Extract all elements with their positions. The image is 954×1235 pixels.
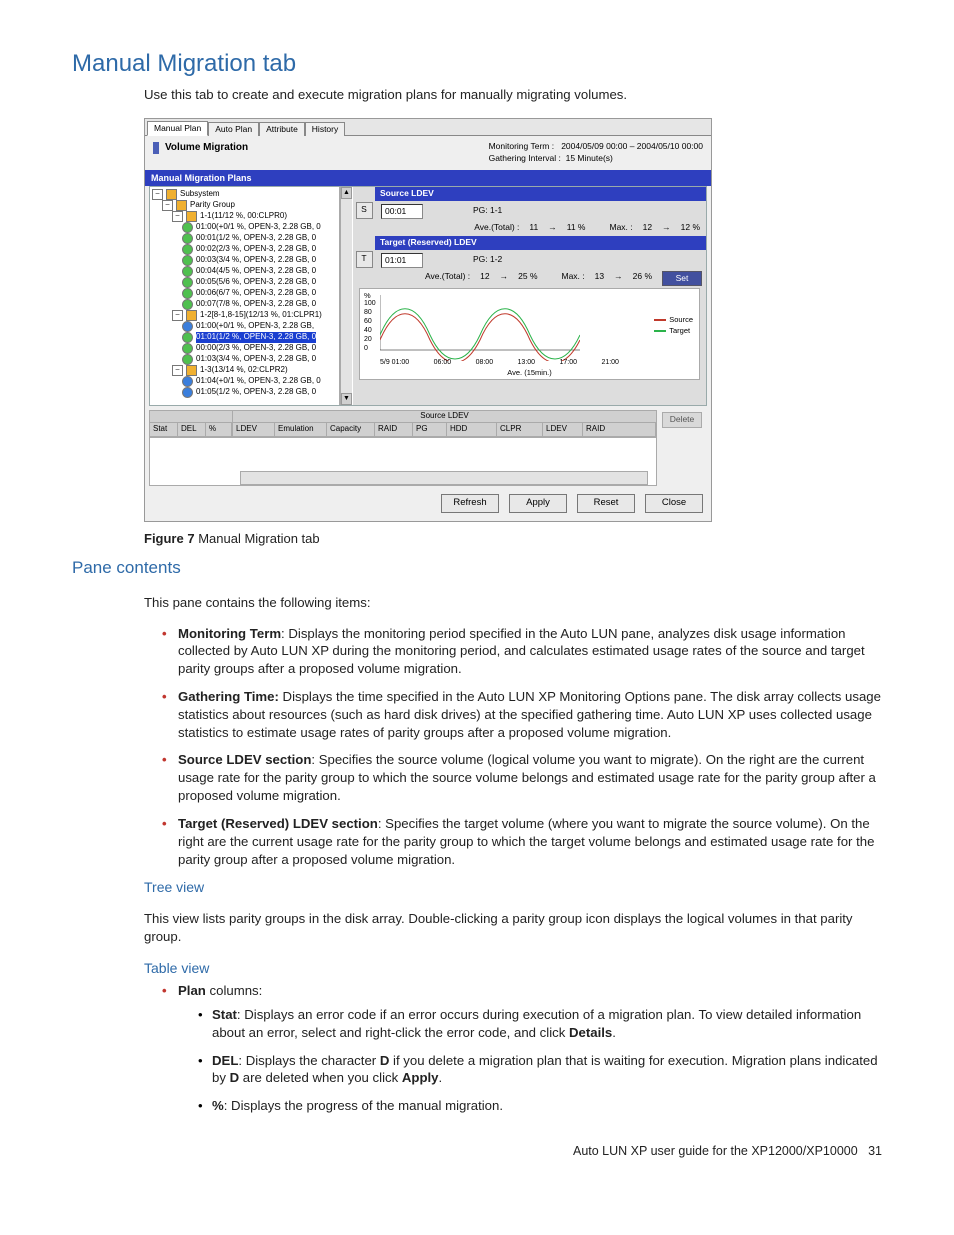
col-group-source-ldev: Source LDEV <box>233 411 656 423</box>
col-ldev[interactable]: LDEV <box>233 423 275 436</box>
source-select-button[interactable]: S <box>356 202 373 219</box>
tree-row[interactable]: 01:00(+0/1 %, OPEN-3, 2.28 GB, 0 <box>152 222 339 233</box>
col-raid[interactable]: RAID <box>375 423 413 436</box>
screenshot-manual-migration: Manual Plan Auto Plan Attribute History … <box>144 118 712 522</box>
tree-row[interactable]: 00:07(7/8 %, OPEN-3, 2.28 GB, 0 <box>152 299 339 310</box>
list-item: %: Displays the progress of the manual m… <box>198 1097 882 1115</box>
source-ldev-input[interactable]: 00:01 <box>381 204 423 219</box>
pane-contents-list: Monitoring Term: Displays the monitoring… <box>162 625 882 869</box>
tree-row[interactable]: −1-2[8-1,8-15](12/13 %, 01:CLPR1) <box>152 310 339 321</box>
target-ldev-input[interactable]: 01:01 <box>381 253 423 268</box>
page-title: Manual Migration tab <box>72 48 882 80</box>
tree-row[interactable]: −Parity Group <box>152 200 339 211</box>
col-stat[interactable]: Stat <box>150 423 178 436</box>
tree-row[interactable]: 00:06(6/7 %, OPEN-3, 2.28 GB, 0 <box>152 288 339 299</box>
tab-manual-plan[interactable]: Manual Plan <box>147 121 208 136</box>
pane-contents-lead: This pane contains the following items: <box>144 594 882 612</box>
dialog-button-row: Refresh Apply Reset Close <box>145 486 711 521</box>
plans-title-bar: Manual Migration Plans <box>145 170 711 186</box>
col-capacity[interactable]: Capacity <box>327 423 375 436</box>
usage-chart: % 100806040200 Source Target <box>359 288 700 380</box>
delete-button[interactable]: Delete <box>662 412 702 427</box>
chart-legend: Source Target <box>654 315 693 336</box>
chart-x-axis-label: Ave. (15min.) <box>360 368 699 378</box>
target-ldev-bar: Target (Reserved) LDEV <box>375 236 706 249</box>
target-select-button[interactable]: T <box>356 251 373 268</box>
target-avg-label: Ave.(Total) : <box>425 271 470 282</box>
tree-row[interactable]: 00:00(2/3 %, OPEN-3, 2.28 GB, 0 <box>152 343 339 354</box>
chart-svg <box>380 295 580 361</box>
col-emulation[interactable]: Emulation <box>275 423 327 436</box>
window-title: Volume Migration <box>153 141 248 155</box>
col-raid2[interactable]: RAID <box>583 423 656 436</box>
list-item: DEL: Displays the character D if you del… <box>198 1052 882 1088</box>
col-ldev2[interactable]: LDEV <box>543 423 583 436</box>
source-pg-label: PG: 1-1 <box>473 205 502 216</box>
tree-row[interactable]: 01:03(3/4 %, OPEN-3, 2.28 GB, 0 <box>152 354 339 365</box>
figure-caption: Figure 7 Manual Migration tab <box>144 530 882 548</box>
tree-row[interactable]: 00:05(5/6 %, OPEN-3, 2.28 GB, 0 <box>152 277 339 288</box>
lead-paragraph: Use this tab to create and execute migra… <box>144 86 882 104</box>
tree-view-body: This view lists parity groups in the dis… <box>144 910 882 946</box>
col-hdd[interactable]: HDD <box>447 423 497 436</box>
close-button[interactable]: Close <box>645 494 703 513</box>
source-max-label: Max. : <box>610 222 633 233</box>
tree-row[interactable]: 00:01(1/2 %, OPEN-3, 2.28 GB, 0 <box>152 233 339 244</box>
tree-row[interactable]: 01:05(1/2 %, OPEN-3, 2.28 GB, 0 <box>152 387 339 398</box>
tree-row[interactable]: 01:01(1/2 %, OPEN-3, 2.28 GB, 0 <box>152 332 339 343</box>
col-percent[interactable]: % <box>206 423 232 436</box>
legend-source-swatch <box>654 319 666 321</box>
list-item: Gathering Time: Displays the time specif… <box>162 688 882 741</box>
table-view-list: Plan columns: Stat: Displays an error co… <box>162 982 882 1115</box>
tab-attribute[interactable]: Attribute <box>259 122 305 136</box>
tree-row[interactable]: 01:04(+0/1 %, OPEN-3, 2.28 GB, 0 <box>152 376 339 387</box>
scroll-down-icon[interactable]: ▼ <box>341 393 352 405</box>
tree-row[interactable]: 01:00(+0/1 %, OPEN-3, 2.28 GB, <box>152 321 339 332</box>
tab-history[interactable]: History <box>305 122 345 136</box>
tab-strip: Manual Plan Auto Plan Attribute History <box>145 119 711 136</box>
tree-row[interactable]: 00:02(2/3 %, OPEN-3, 2.28 GB, 0 <box>152 244 339 255</box>
title-marker-icon <box>153 142 159 154</box>
apply-button[interactable]: Apply <box>509 494 567 513</box>
tree-row[interactable]: −1-3(13/14 %, 02:CLPR2) <box>152 365 339 376</box>
tab-auto-plan[interactable]: Auto Plan <box>208 122 259 136</box>
plans-table[interactable]: Stat DEL % Source LDEV LDEV Emulation Ca… <box>149 410 657 486</box>
table-h-scrollbar[interactable] <box>240 471 648 485</box>
target-max-label: Max. : <box>562 271 585 282</box>
pane-contents-heading: Pane contents <box>72 557 882 580</box>
legend-target-swatch <box>654 330 666 332</box>
chart-y-ticks: 100806040200 <box>364 299 376 353</box>
page-footer: Auto LUN XP user guide for the XP12000/X… <box>72 1143 882 1160</box>
tree-scrollbar[interactable]: ▲ ▼ <box>340 187 352 405</box>
reset-button[interactable]: Reset <box>577 494 635 513</box>
tree-row[interactable]: 00:03(3/4 %, OPEN-3, 2.28 GB, 0 <box>152 255 339 266</box>
list-item: Monitoring Term: Displays the monitoring… <box>162 625 882 678</box>
list-item: Stat: Displays an error code if an error… <box>198 1006 882 1042</box>
target-pg-label: PG: 1-2 <box>473 254 502 265</box>
tree-row[interactable]: −Subsystem <box>152 189 339 200</box>
tree-row[interactable]: 00:04(4/5 %, OPEN-3, 2.28 GB, 0 <box>152 266 339 277</box>
list-item: Target (Reserved) LDEV section: Specifie… <box>162 815 882 868</box>
scroll-up-icon[interactable]: ▲ <box>341 187 352 199</box>
list-item: Plan columns: Stat: Displays an error co… <box>162 982 882 1115</box>
col-clpr[interactable]: CLPR <box>497 423 543 436</box>
source-avg-label: Ave.(Total) : <box>474 222 519 233</box>
tree-row[interactable]: −1-1(11/12 %, 00:CLPR0) <box>152 211 339 222</box>
window-title-text: Volume Migration <box>165 141 248 155</box>
tree-view[interactable]: −Subsystem−Parity Group−1-1(11/12 %, 00:… <box>150 187 340 405</box>
list-item: Source LDEV section: Specifies the sourc… <box>162 751 882 804</box>
chart-x-ticks: 5/9 01:0006:0008:0013:0017:0021:00 <box>380 358 619 367</box>
col-del[interactable]: DEL <box>178 423 206 436</box>
tree-view-heading: Tree view <box>144 878 882 897</box>
refresh-button[interactable]: Refresh <box>441 494 499 513</box>
source-ldev-bar: Source LDEV <box>375 187 706 200</box>
set-button[interactable]: Set <box>662 271 702 286</box>
monitoring-meta: Monitoring Term : 2004/05/09 00:00 – 200… <box>489 141 703 165</box>
col-pg[interactable]: PG <box>413 423 447 436</box>
table-view-heading: Table view <box>144 959 882 978</box>
